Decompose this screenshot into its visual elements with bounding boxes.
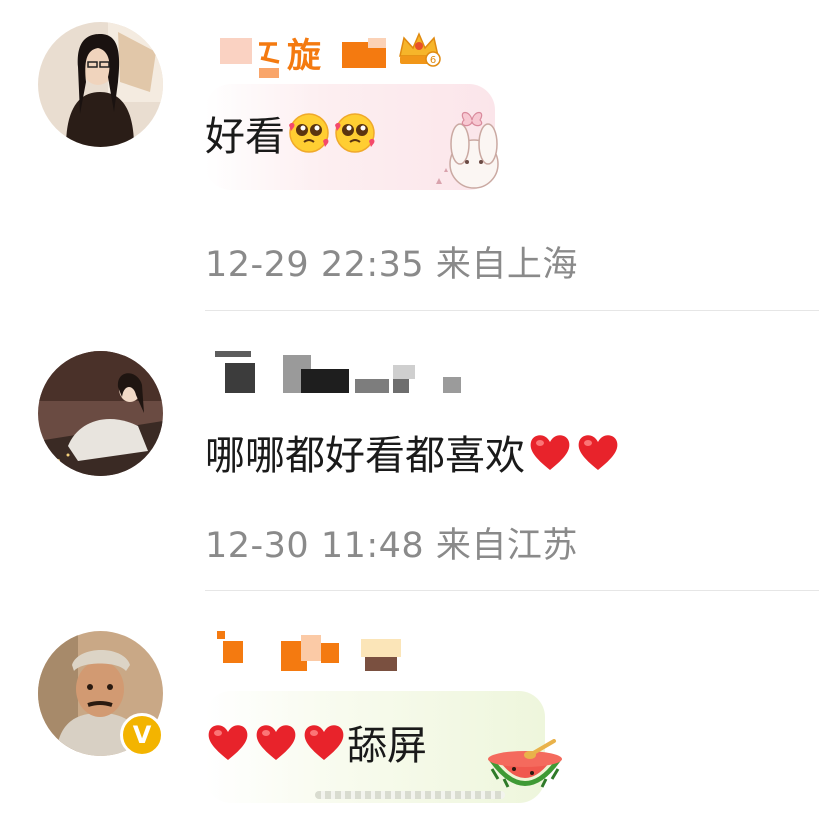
mosaic-block [259, 68, 279, 78]
comment-text: 舔屏 [347, 723, 427, 769]
mosaic-block [393, 365, 415, 379]
crown-badge-icon: 6 [399, 32, 441, 67]
comment-text: 好看 [205, 114, 285, 160]
mosaic-block [355, 379, 389, 393]
comment-text-row: 哪哪都好看都喜欢 [205, 423, 621, 481]
mosaic-block [393, 379, 409, 393]
username[interactable] [205, 351, 465, 401]
watermelon-sticker-icon [488, 739, 562, 788]
mosaic-block [365, 657, 397, 671]
mosaic-block [443, 377, 461, 393]
mosaic-block [223, 641, 243, 663]
avatar-image [38, 22, 163, 147]
svg-text:6: 6 [430, 55, 436, 66]
username[interactable]: 旋 6 [205, 24, 445, 78]
mosaic-block [321, 643, 339, 663]
red-heart-icon [208, 725, 248, 760]
comment-text-row: 舔屏 [205, 713, 427, 771]
red-heart-icon [578, 435, 618, 470]
comment-text-row: 好看 [205, 104, 377, 162]
verified-badge-icon: V [120, 713, 164, 757]
comment-item[interactable]: 旋 6 好看 12-29 22:35 来自上海 [0, 0, 819, 311]
pleading-face-icon [289, 113, 329, 153]
mosaic-block [217, 631, 225, 639]
mosaic-glyph [259, 42, 280, 64]
username-text: 旋 [287, 36, 321, 76]
avatar[interactable] [38, 22, 163, 147]
mosaic-block [220, 38, 252, 64]
bunny-sticker-icon [436, 111, 499, 189]
comment-meta: 12-30 11:48 来自江苏 [205, 526, 578, 566]
mosaic-block [301, 369, 349, 393]
red-heart-icon [304, 725, 344, 760]
mosaic-block [225, 363, 255, 393]
mosaic-block [215, 351, 251, 357]
avatar[interactable] [38, 351, 163, 476]
comment-item[interactable]: 哪哪都好看都喜欢 12-30 11:48 来自江苏 [0, 311, 819, 591]
mosaic-block [368, 38, 386, 48]
sticker-dots [315, 791, 505, 799]
red-heart-icon [530, 435, 570, 470]
username[interactable] [205, 631, 405, 681]
comment-text: 哪哪都好看都喜欢 [205, 433, 525, 479]
red-heart-icon [256, 725, 296, 760]
comment-item[interactable]: V 舔屏 [0, 591, 819, 813]
mosaic-block [361, 639, 401, 657]
mosaic-block [301, 635, 321, 661]
comment-meta: 12-29 22:35 来自上海 [205, 245, 578, 285]
avatar-image [38, 351, 163, 476]
pleading-face-icon [335, 113, 375, 153]
